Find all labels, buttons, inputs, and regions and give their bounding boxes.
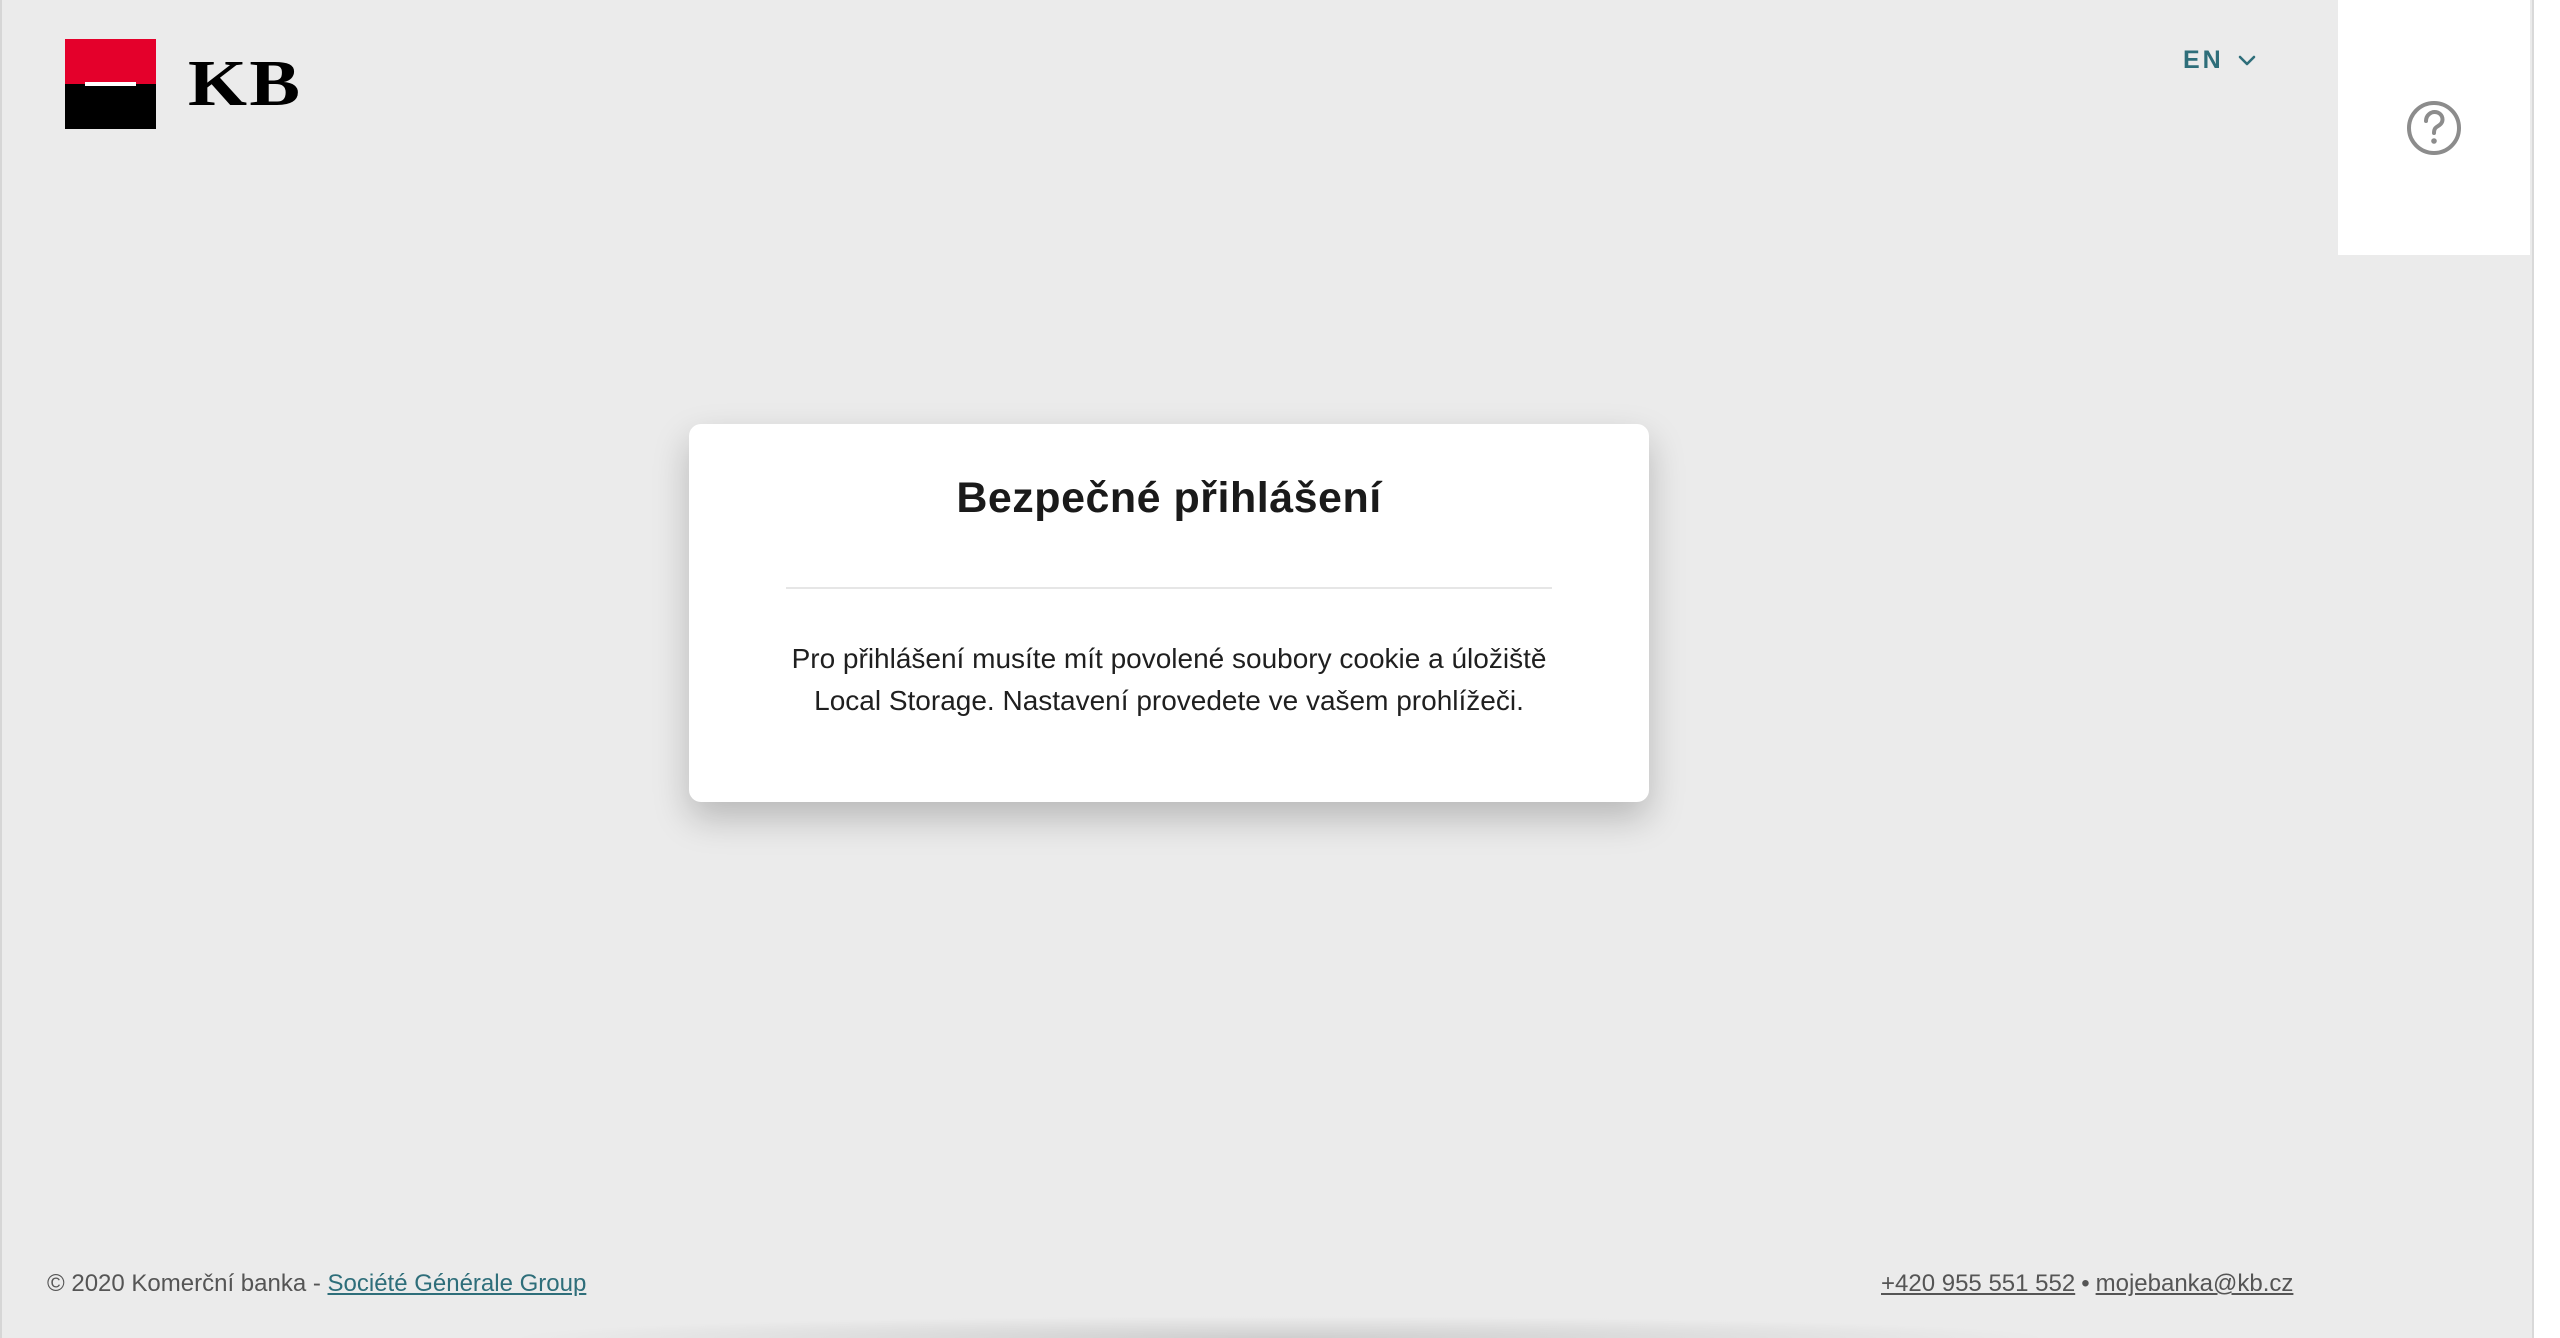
chevron-down-icon [2238,55,2256,65]
societe-generale-link[interactable]: Société Générale Group [328,1270,587,1297]
footer-separator: • [2081,1270,2090,1297]
dialog-divider [786,587,1552,589]
help-panel [2338,0,2530,255]
secure-login-dialog: Bezpečné přihlášení Pro přihlášení musít… [689,424,1649,802]
language-selector[interactable]: EN [2183,46,2256,75]
kb-logo-text: KB [188,47,303,120]
language-label: EN [2183,46,2224,74]
phone-link[interactable]: +420 955 551 552 [1881,1270,2075,1298]
dialog-title: Bezpečné přihlášení [956,474,1382,522]
dialog-message: Pro přihlášení musíte mít povolené soubo… [769,638,1569,722]
dialog-message-line-2: Local Storage. Nastavení provedete ve va… [814,685,1524,716]
question-circle-icon[interactable] [2405,99,2463,157]
footer-copyright: © 2020 Komerční banka - Société Générale… [47,1270,586,1298]
copyright-text: © 2020 Komerční banka - [47,1270,328,1297]
footer-contacts: +420 955 551 552 • mojebanka@kb.cz [1881,1270,2293,1298]
email-link[interactable]: mojebanka@kb.cz [2096,1270,2294,1298]
dialog-message-line-1: Pro přihlášení musíte mít povolené soubo… [791,643,1547,674]
kb-logo[interactable]: KB [65,39,300,129]
page: KB EN Bezpečné přihlášení Pro přihlášení… [0,0,2560,1338]
window-left-border [0,0,2,1338]
bottom-shadow [500,1316,2060,1338]
kb-logo-mark [65,39,156,129]
scrollbar-track[interactable] [2532,0,2560,1338]
